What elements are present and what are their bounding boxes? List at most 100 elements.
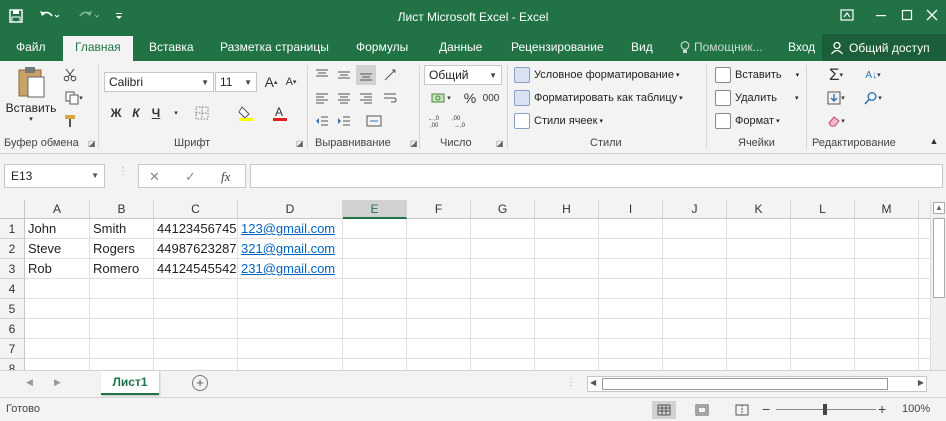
- grid-cell[interactable]: [471, 339, 535, 359]
- grid-cell[interactable]: [343, 339, 407, 359]
- grid-cell[interactable]: [791, 359, 855, 370]
- grid-cell[interactable]: [25, 359, 90, 370]
- borders-icon[interactable]: [192, 103, 212, 123]
- column-header-selected[interactable]: E: [343, 200, 407, 219]
- grid-cell[interactable]: [727, 319, 791, 339]
- tab-split-handle-icon[interactable]: ⋮: [566, 377, 576, 388]
- scroll-right-icon[interactable]: ▶: [918, 378, 924, 387]
- collapse-ribbon-icon[interactable]: ▲: [924, 131, 944, 151]
- grid-cell[interactable]: [238, 299, 343, 319]
- grid-cell[interactable]: [25, 299, 90, 319]
- column-header[interactable]: J: [663, 200, 727, 219]
- grid-cell[interactable]: [599, 219, 663, 239]
- grid-cell[interactable]: [90, 359, 154, 370]
- grid-cell[interactable]: [407, 219, 471, 239]
- delete-cells-button[interactable]: Удалить ▾: [715, 90, 799, 106]
- grid-cell[interactable]: [727, 339, 791, 359]
- next-sheet-icon[interactable]: ▶: [54, 377, 61, 388]
- column-header[interactable]: A: [25, 200, 90, 219]
- italic-button[interactable]: К: [126, 103, 146, 123]
- grid-cell[interactable]: [238, 339, 343, 359]
- align-center-icon[interactable]: [334, 88, 354, 108]
- grid-cell[interactable]: [599, 319, 663, 339]
- column-header[interactable]: L: [791, 200, 855, 219]
- grid-cell[interactable]: [727, 359, 791, 370]
- cell-d1-email-link[interactable]: 123@gmail.com: [238, 219, 343, 239]
- font-name-select[interactable]: Calibri ▼: [104, 72, 214, 92]
- grid-cell[interactable]: [535, 219, 599, 239]
- grid-cell[interactable]: [407, 259, 471, 279]
- grid-cell[interactable]: [238, 359, 343, 370]
- grid-cell[interactable]: [25, 339, 90, 359]
- column-header[interactable]: [919, 200, 930, 219]
- zoom-out-icon[interactable]: −: [762, 401, 770, 417]
- column-header[interactable]: M: [855, 200, 919, 219]
- grid-cell[interactable]: [343, 259, 407, 279]
- grid-cell[interactable]: [90, 339, 154, 359]
- row-header[interactable]: 6: [0, 319, 25, 339]
- grid-cell[interactable]: [599, 239, 663, 259]
- merge-center-icon[interactable]: [364, 111, 384, 131]
- autosum-icon[interactable]: Σ ▾: [820, 65, 852, 85]
- grid-cell[interactable]: [407, 279, 471, 299]
- grid-cell[interactable]: [727, 279, 791, 299]
- grid-cell[interactable]: [407, 359, 471, 370]
- cut-icon[interactable]: [60, 65, 80, 85]
- grid-cell[interactable]: [663, 339, 727, 359]
- tab-view[interactable]: Вид: [631, 40, 653, 54]
- align-left-icon[interactable]: [312, 88, 332, 108]
- format-cells-button[interactable]: Формат ▾: [715, 113, 780, 129]
- sheet-tab-active[interactable]: Лист1: [101, 371, 159, 395]
- grid-cell[interactable]: [154, 339, 238, 359]
- grid-cell[interactable]: [599, 339, 663, 359]
- zoom-slider-thumb[interactable]: [823, 404, 827, 415]
- grow-font-icon[interactable]: A ▴: [261, 72, 281, 92]
- orientation-icon[interactable]: [380, 65, 400, 85]
- grid-cell[interactable]: [791, 259, 855, 279]
- formula-input[interactable]: [250, 164, 943, 188]
- page-layout-view-icon[interactable]: [690, 401, 714, 419]
- bold-button[interactable]: Ж: [106, 103, 126, 123]
- grid-cell[interactable]: [855, 339, 919, 359]
- column-header[interactable]: C: [154, 200, 238, 219]
- scroll-up-icon[interactable]: ▲: [933, 202, 945, 214]
- grid-cell[interactable]: [535, 299, 599, 319]
- grid-cell[interactable]: [535, 279, 599, 299]
- grid-cell[interactable]: [663, 259, 727, 279]
- grid-cell[interactable]: [791, 219, 855, 239]
- column-header[interactable]: D: [238, 200, 343, 219]
- grid-cell[interactable]: [154, 319, 238, 339]
- grid-cell[interactable]: [599, 359, 663, 370]
- grid-cell[interactable]: [343, 239, 407, 259]
- cell-b3[interactable]: Romero: [90, 259, 154, 279]
- cell-a2[interactable]: Steve: [25, 239, 90, 259]
- alignment-launcher-icon[interactable]: ◪: [410, 139, 418, 148]
- row-header[interactable]: 2: [0, 239, 25, 259]
- grid-cell[interactable]: [471, 319, 535, 339]
- grid-cell[interactable]: [791, 319, 855, 339]
- font-color-icon[interactable]: A: [270, 103, 290, 123]
- prev-sheet-icon[interactable]: ◀: [26, 377, 33, 388]
- column-header[interactable]: K: [727, 200, 791, 219]
- format-as-table-button[interactable]: Форматировать как таблицу ▾: [514, 90, 683, 106]
- thousands-button[interactable]: 000: [480, 88, 502, 108]
- cell-c3[interactable]: 44124545542: [154, 259, 238, 279]
- name-box[interactable]: E13 ▼: [4, 164, 105, 188]
- paste-button[interactable]: Вставить ▾: [6, 65, 56, 123]
- increase-indent-icon[interactable]: [334, 111, 354, 131]
- tell-me-box[interactable]: Помощник...: [680, 40, 763, 54]
- grid-cell[interactable]: [471, 299, 535, 319]
- grid-cell[interactable]: [154, 299, 238, 319]
- scroll-thumb[interactable]: [602, 378, 888, 390]
- grid-cell[interactable]: [855, 359, 919, 370]
- grid-cell[interactable]: [471, 239, 535, 259]
- grid-cell[interactable]: [343, 279, 407, 299]
- grid-cell[interactable]: [855, 299, 919, 319]
- align-top-icon[interactable]: [312, 65, 332, 85]
- zoom-level[interactable]: 100%: [902, 403, 930, 415]
- grid-cell[interactable]: [343, 219, 407, 239]
- number-format-select[interactable]: Общий ▼: [424, 65, 502, 85]
- grid-cell[interactable]: [919, 239, 930, 259]
- grid-cell[interactable]: [855, 279, 919, 299]
- row-header[interactable]: 8: [0, 359, 25, 370]
